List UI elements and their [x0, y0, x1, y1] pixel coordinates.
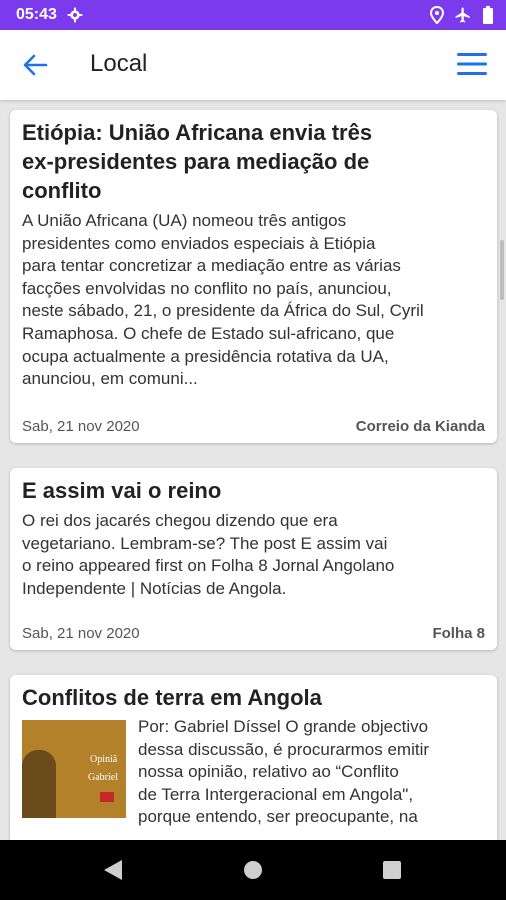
battery-icon — [483, 6, 493, 24]
article-thumbnail[interactable]: Opiniã Gabriel — [22, 720, 126, 818]
recents-square-icon[interactable] — [383, 861, 401, 879]
article-card[interactable]: E assim vai o reino O rei dos jacarés ch… — [10, 468, 497, 650]
excerpt-line: dessa discussão, é procurarmos emitir — [138, 739, 430, 759]
article-date: Sab, 21 nov 2020 — [22, 418, 140, 435]
headline-line: ex-presidentes para mediação de — [22, 149, 370, 174]
page-title: Local — [90, 50, 148, 77]
excerpt-line: O rei dos jacarés chegou dizendo que era — [22, 511, 338, 530]
gear-icon — [67, 7, 83, 23]
excerpt-line: nossa opinião, relativo ao “Conflito — [138, 762, 399, 782]
status-bar: 05:43 — [0, 0, 506, 30]
status-time: 05:43 — [16, 6, 57, 23]
excerpt-line: de Terra Intergeracional em Angola", — [138, 784, 414, 804]
excerpt-line: neste sábado, 21, o presidente da África… — [22, 301, 424, 321]
thumbnail-logo — [100, 792, 114, 802]
headline-line: Etiópia: União Africana envia três — [22, 120, 373, 145]
app-bar: Local — [0, 30, 506, 100]
article-headline: Etiópia: União Africana envia três ex-pr… — [22, 118, 482, 205]
excerpt-line: para tentar concretizar a mediação entre… — [22, 256, 401, 276]
article-excerpt: A União Africana (UA) nomeou três antigo… — [22, 210, 484, 391]
arrow-left-icon[interactable] — [22, 52, 48, 78]
excerpt-line: facções envolvidas no conflito no país, … — [22, 278, 392, 298]
excerpt-line: A União Africana (UA) nomeou três antigo… — [22, 211, 347, 230]
status-icons — [430, 6, 494, 24]
excerpt-line: o reino appeared first on Folha 8 Jornal… — [22, 556, 395, 576]
article-excerpt: O rei dos jacarés chegou dizendo que era… — [22, 510, 484, 600]
thumbnail-caption: Opiniã — [90, 754, 118, 765]
headline-line: Conflitos de terra em Angola — [22, 685, 322, 710]
excerpt-line: Independente | Notícias de Angola. — [22, 578, 287, 598]
excerpt-line: presidentes como enviados especiais à Et… — [22, 233, 376, 253]
airplane-icon — [455, 7, 470, 23]
headline-line: E assim vai o reino — [22, 478, 222, 503]
excerpt-line: anunciou, em comuni... — [22, 369, 198, 389]
excerpt-line: Por: Gabriel Díssel O grande objectivo — [138, 717, 429, 736]
headline-line: conflito — [22, 178, 102, 203]
home-circle-icon[interactable] — [243, 860, 263, 880]
article-card[interactable]: Conflitos de terra em Angola Opiniã Gabr… — [10, 675, 497, 840]
excerpt-line: Ramaphosa. O chefe de Estado sul-african… — [22, 323, 395, 343]
scrollbar-thumb[interactable] — [500, 240, 504, 300]
article-card[interactable]: Etiópia: União Africana envia três ex-pr… — [10, 110, 497, 443]
location-icon — [430, 6, 444, 24]
article-source[interactable]: Correio da Kianda — [356, 418, 485, 435]
news-feed[interactable]: Etiópia: União Africana envia três ex-pr… — [0, 100, 506, 840]
back-triangle-icon[interactable] — [103, 859, 123, 881]
excerpt-line: porque entendo, ser preocupante, na — [138, 807, 418, 827]
excerpt-line: ocupa actualmente a presidência rotativa… — [22, 346, 389, 366]
system-nav-bar — [0, 840, 506, 900]
thumbnail-person-image — [22, 750, 56, 818]
article-excerpt: Por: Gabriel Díssel O grande objectivo d… — [138, 716, 478, 829]
article-headline: E assim vai o reino — [22, 476, 482, 505]
hamburger-menu-icon[interactable] — [456, 50, 488, 78]
thumbnail-caption: Gabriel — [88, 772, 118, 783]
article-date: Sab, 21 nov 2020 — [22, 625, 140, 642]
article-headline: Conflitos de terra em Angola — [22, 683, 482, 712]
excerpt-line: vegetariano. Lembram-se? The post E assi… — [22, 533, 388, 553]
article-source[interactable]: Folha 8 — [432, 625, 485, 642]
